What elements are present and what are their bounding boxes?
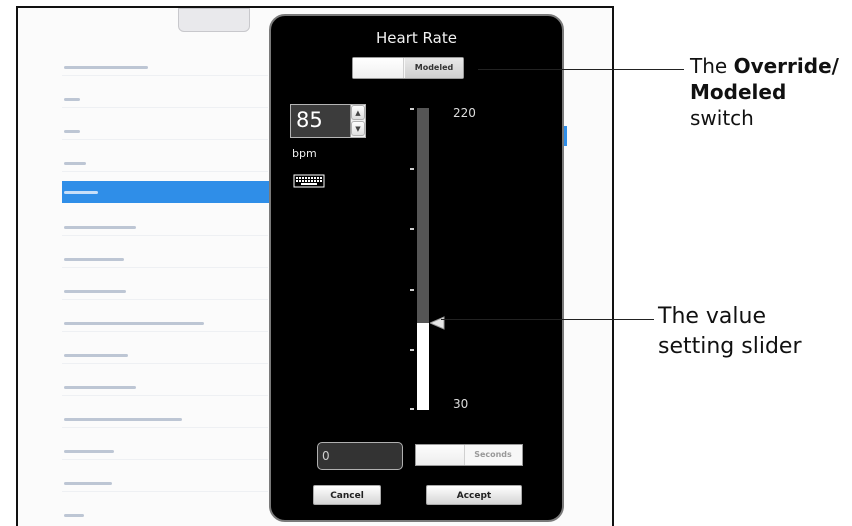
list-divider xyxy=(62,395,268,396)
slider-max-label: 220 xyxy=(453,106,476,120)
list-divider xyxy=(62,427,268,428)
switch-label: Modeled xyxy=(405,58,463,78)
stepper-down-icon[interactable]: ▼ xyxy=(351,121,365,136)
list-divider xyxy=(62,363,268,364)
unit-label: bpm xyxy=(292,147,317,160)
duration-toggle-knob[interactable] xyxy=(416,445,465,465)
list-divider xyxy=(62,267,268,268)
slider-fill xyxy=(417,322,429,410)
list-divider xyxy=(62,171,268,172)
slider-tick xyxy=(410,408,414,410)
switch-callout-bold-1: Override/ xyxy=(733,54,839,78)
background-top-control xyxy=(178,8,250,32)
list-divider xyxy=(62,75,268,76)
duration-unit-toggle[interactable]: Seconds xyxy=(415,444,523,466)
cancel-button[interactable]: Cancel xyxy=(313,485,381,505)
slider-thumb-icon[interactable] xyxy=(430,315,446,330)
list-item-selected xyxy=(62,181,270,203)
value-stepper[interactable]: ▲ ▼ xyxy=(350,105,365,137)
list-divider xyxy=(62,139,268,140)
switch-knob[interactable] xyxy=(353,58,404,78)
switch-callout-bold-2: Modeled xyxy=(690,80,787,104)
slider-callout: The value setting slider xyxy=(658,302,802,362)
slider-callout-line2: setting slider xyxy=(658,334,802,359)
switch-callout: The Override/ Modeled switch xyxy=(690,53,839,131)
keyboard-icon[interactable] xyxy=(293,174,325,188)
list-divider xyxy=(62,107,268,108)
dialog-title: Heart Rate xyxy=(376,29,457,47)
list-divider xyxy=(62,491,268,492)
list-divider xyxy=(62,299,268,300)
slider-callout-line1: The value xyxy=(658,304,767,329)
duration-input[interactable]: 0 xyxy=(317,442,403,470)
value-text: 85 xyxy=(296,108,323,132)
slider-tick xyxy=(410,108,414,110)
slider-tick xyxy=(410,289,414,291)
accept-button[interactable]: Accept xyxy=(426,485,522,505)
slider-min-label: 30 xyxy=(453,397,469,411)
list-divider xyxy=(62,459,268,460)
value-input[interactable]: 85 ▲ ▼ xyxy=(290,104,366,138)
heart-rate-dialog: Heart Rate Modeled 85 ▲ ▼ bpm 220 30 0 S… xyxy=(269,14,564,522)
slider-callout-line xyxy=(441,319,654,320)
slider-tick xyxy=(410,228,414,230)
stepper-up-icon[interactable]: ▲ xyxy=(351,105,365,120)
switch-callout-suffix: switch xyxy=(690,106,754,130)
slider-tick xyxy=(410,349,414,351)
list-item xyxy=(62,504,268,526)
duration-toggle-label: Seconds xyxy=(474,450,512,459)
switch-callout-prefix: The xyxy=(690,54,734,78)
list-divider xyxy=(62,235,268,236)
switch-callout-line xyxy=(478,69,684,70)
slider-tick xyxy=(410,168,414,170)
list-divider xyxy=(62,331,268,332)
override-modeled-switch[interactable]: Modeled xyxy=(352,57,464,79)
